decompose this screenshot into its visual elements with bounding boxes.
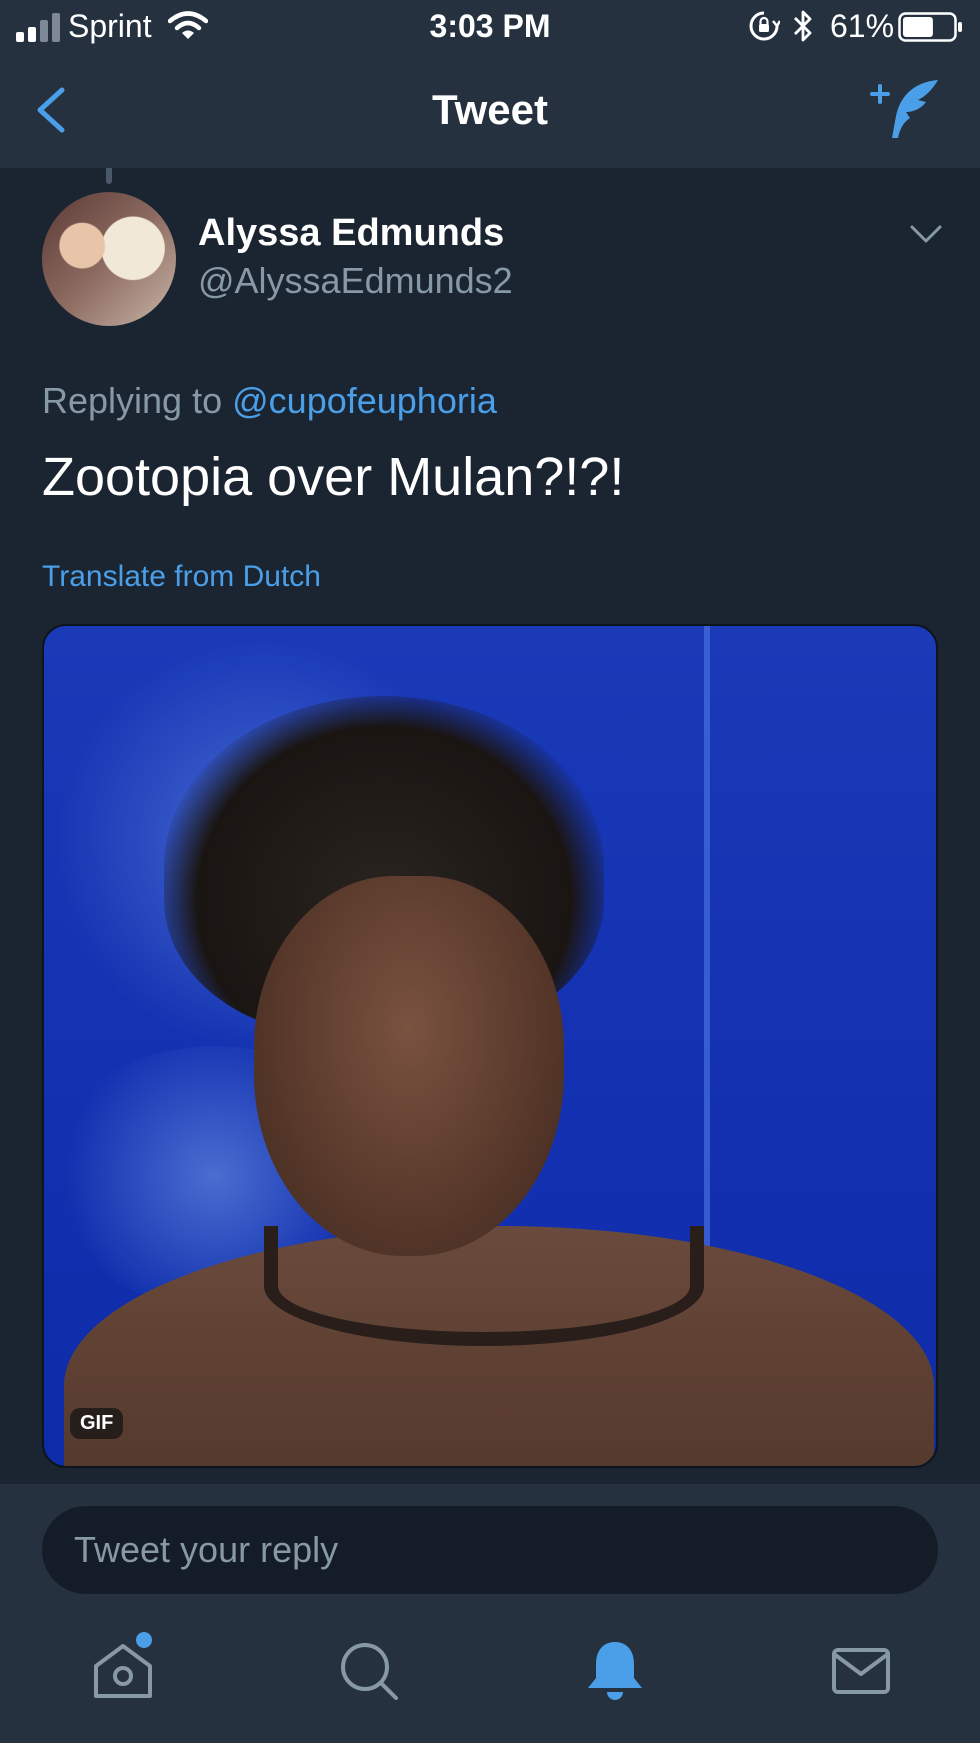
thread-connector (106, 168, 112, 184)
tweet-gif[interactable]: GIF (42, 624, 938, 1468)
compose-tweet-icon[interactable] (870, 76, 942, 148)
media-subject-face (254, 876, 564, 1256)
chevron-left-icon[interactable] (28, 78, 72, 142)
reply-bar (0, 1484, 980, 1606)
battery-percent: 61% (830, 8, 895, 44)
nav-bar: Tweet (0, 56, 980, 168)
user-handle[interactable]: @AlyssaEdmunds2 (198, 260, 513, 302)
reply-mention-link[interactable]: @cupofeuphoria (232, 380, 497, 421)
chevron-down-icon[interactable] (908, 222, 944, 246)
battery-icon (898, 12, 962, 42)
display-name[interactable]: Alyssa Edmunds (198, 212, 504, 255)
bell-icon[interactable] (580, 1636, 650, 1706)
bluetooth-icon (794, 10, 812, 42)
status-bar: Sprint 3:03 PM 61% (0, 0, 980, 56)
mail-icon[interactable] (826, 1636, 896, 1706)
replying-to: Replying to @cupofeuphoria (42, 380, 497, 422)
replying-prefix: Replying to (42, 380, 223, 421)
notification-dot (136, 1632, 152, 1648)
reply-input[interactable] (42, 1506, 938, 1594)
tweet-text: Zootopia over Mulan?!?! (42, 447, 625, 507)
translate-link[interactable]: Translate from Dutch (42, 560, 321, 594)
search-icon[interactable] (334, 1636, 404, 1706)
avatar[interactable] (42, 192, 176, 326)
tab-bar (0, 1606, 980, 1743)
rotation-lock-icon (749, 11, 780, 41)
top-bar: Sprint 3:03 PM 61% Tweet (0, 0, 980, 168)
page-title: Tweet (432, 86, 548, 133)
media-subject-collar (264, 1226, 704, 1346)
gif-badge: GIF (70, 1408, 124, 1439)
